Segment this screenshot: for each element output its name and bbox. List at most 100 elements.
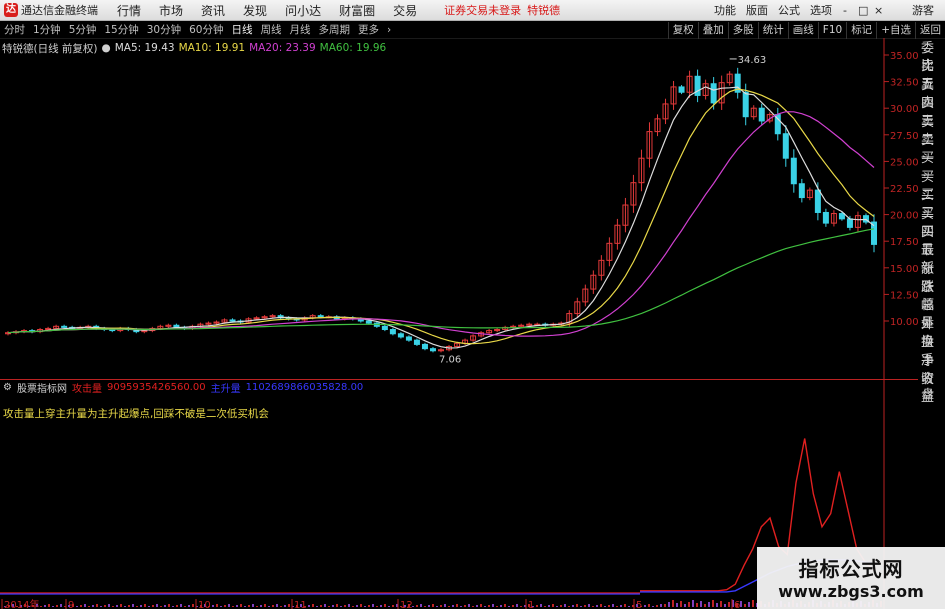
menu-function[interactable]: 功能	[709, 2, 741, 18]
menu-item-trade[interactable]: 交易	[384, 2, 426, 19]
volume-bar	[672, 600, 674, 607]
sidebar-item[interactable]: 卖三	[918, 95, 945, 129]
login-warning[interactable]: 证券交易未登录	[444, 2, 521, 18]
price-tick-label: 30.00	[890, 104, 918, 115]
period-15min[interactable]: 15分钟	[100, 22, 142, 37]
legend-bullet-icon: ●	[101, 42, 111, 54]
sidebar-item[interactable]: 买一	[918, 150, 945, 184]
volume-bar	[704, 604, 706, 607]
indicator-gear-icon[interactable]: ⚙	[3, 382, 12, 393]
period-more[interactable]: 更多	[354, 22, 383, 37]
menu-item-wealth[interactable]: 财富圈	[330, 2, 384, 19]
btn-mark[interactable]: 标记	[846, 21, 876, 39]
volume-bar	[336, 604, 338, 607]
ma20-line	[7, 111, 875, 337]
btn-back[interactable]: 返回	[915, 21, 945, 39]
btn-draw[interactable]: 画线	[787, 21, 818, 39]
btn-overlay[interactable]: 叠加	[697, 21, 728, 39]
indicator-name[interactable]: 股票指标网	[17, 380, 67, 395]
menu-item-discover[interactable]: 发现	[234, 2, 276, 19]
period-1min[interactable]: 1分钟	[29, 22, 65, 37]
btn-stats[interactable]: 统计	[757, 21, 788, 39]
sidebar-item[interactable]: 卖五	[918, 58, 945, 92]
btn-multi-stock[interactable]: 多股	[727, 21, 758, 39]
indicator-note: 攻击量上穿主升量为主升起爆点,回踩不破是二次低买机会	[3, 408, 269, 420]
menu-item-quote[interactable]: 行情	[108, 2, 150, 19]
ma5-line	[7, 86, 875, 349]
panel-divider[interactable]	[0, 379, 918, 380]
volume-bar	[116, 605, 118, 607]
sidebar-item[interactable]: 卖四	[918, 77, 945, 111]
btn-adjust[interactable]: 复权	[667, 21, 698, 39]
volume-bar	[556, 606, 558, 607]
menu-item-market[interactable]: 市场	[150, 2, 192, 19]
candle-body	[413, 339, 420, 345]
sidebar-item[interactable]: 买四	[918, 206, 945, 240]
volume-bar	[676, 603, 678, 607]
sidebar-item[interactable]: 委比	[918, 40, 945, 74]
period-weekly[interactable]: 周线	[257, 22, 286, 37]
volume-bar	[128, 605, 130, 607]
kline-chart[interactable]: 35.00 32.50 30.00 27.50 25.00 22.50 20.00 17.50…	[0, 38, 918, 609]
menu-bar: 达 通达信金融终端 行情 市场 资讯 发现 问小达 财富圈 交易 证券交易未登录…	[0, 0, 945, 21]
volume-bar	[468, 604, 470, 607]
volume-bar	[156, 604, 158, 607]
minimize-icon[interactable]: -	[837, 4, 853, 17]
sidebar-item[interactable]: 买五	[918, 224, 945, 258]
chevron-right-icon[interactable]: ›	[383, 24, 395, 36]
price-tick-label: 27.50	[890, 131, 918, 142]
period-intraday[interactable]: 分时	[0, 22, 29, 37]
volume-bar	[668, 602, 670, 607]
volume-bar	[372, 604, 374, 607]
btn-f10[interactable]: F10	[817, 21, 846, 39]
period-multi[interactable]: 多周期	[315, 22, 355, 37]
sidebar-item[interactable]: 买二	[918, 169, 945, 203]
candle-body	[790, 157, 797, 185]
volume-bar	[120, 604, 122, 607]
btn-add-watchlist[interactable]: +自选	[876, 21, 915, 39]
app-title: 通达信金融终端	[21, 4, 98, 17]
volume-bar	[124, 606, 126, 607]
period-monthly[interactable]: 月线	[286, 22, 315, 37]
sidebar-item[interactable]: 外盘	[918, 316, 945, 350]
volume-bar	[628, 606, 630, 607]
menu-options[interactable]: 选项	[805, 2, 837, 18]
volume-bar	[392, 605, 394, 607]
volume-bar	[560, 605, 562, 607]
sidebar-item[interactable]: 卖二	[918, 114, 945, 148]
candle-body	[846, 218, 853, 228]
volume-bar	[504, 604, 506, 607]
period-60min[interactable]: 60分钟	[185, 22, 227, 37]
sidebar-item[interactable]: 买三	[918, 187, 945, 221]
x-tick-label: 12	[400, 600, 413, 609]
period-5min[interactable]: 5分钟	[65, 22, 101, 37]
quote-sidebar: 委比 卖五 卖四 卖三 卖二 卖一 买一 买二 买三 买四 买五 最新 涨跌 涨…	[918, 40, 945, 405]
sidebar-item[interactable]: 卖一	[918, 132, 945, 166]
menu-item-news[interactable]: 资讯	[192, 2, 234, 19]
sidebar-item[interactable]: 总量	[918, 297, 945, 331]
candle-body	[742, 91, 749, 118]
sidebar-item[interactable]: 涨幅	[918, 279, 945, 313]
volume-bar	[216, 604, 218, 607]
volume-bar	[92, 605, 94, 607]
volume-bar	[192, 604, 194, 607]
guest-label[interactable]: 游客	[907, 2, 939, 18]
sidebar-panel-icon[interactable]: 盘	[922, 385, 934, 402]
menu-layout[interactable]: 版面	[741, 2, 773, 18]
volume-bar	[576, 604, 578, 607]
menu-item-ask[interactable]: 问小达	[276, 2, 330, 19]
period-daily[interactable]: 日线	[228, 22, 257, 37]
close-icon[interactable]: ×	[869, 4, 885, 17]
sidebar-item[interactable]: 净资	[918, 353, 945, 387]
candle-body	[61, 325, 68, 328]
sidebar-item[interactable]: 换手	[918, 334, 945, 368]
ma10-value: MA10: 19.91	[178, 42, 246, 54]
price-tick-label: 32.50	[890, 78, 918, 89]
sidebar-item[interactable]: 最新	[918, 242, 945, 276]
volume-bar	[136, 606, 138, 607]
volume-bar	[728, 602, 730, 607]
period-30min[interactable]: 30分钟	[143, 22, 185, 37]
menu-formula[interactable]: 公式	[773, 2, 805, 18]
sidebar-item[interactable]: 涨跌	[918, 261, 945, 295]
maximize-icon[interactable]: □	[853, 4, 869, 17]
